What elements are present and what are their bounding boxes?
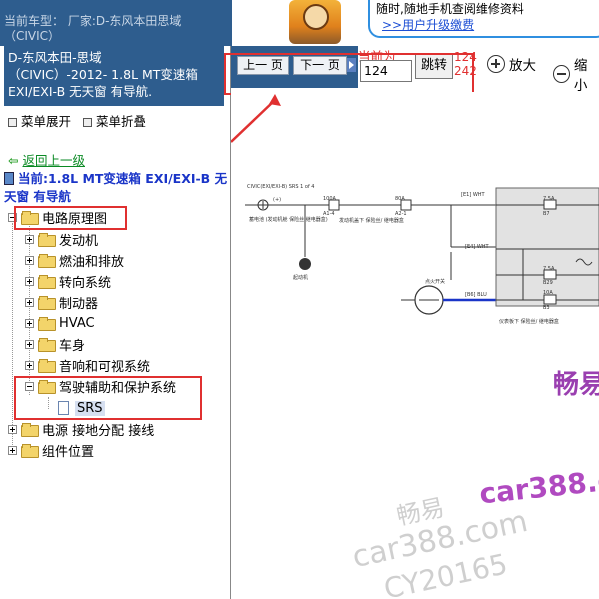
fuse-label: B7 (543, 211, 550, 217)
tree-node[interactable]: 音响和可视系统 (25, 355, 150, 375)
vehicle-info-panel: D-东风本田-思域 （CIVIC）-2012- 1.8L MT变速箱 EXI/E… (4, 46, 224, 106)
highlight-box (224, 53, 474, 95)
menu-collapse-button[interactable]: 菜单折叠 (83, 114, 146, 129)
highlight-box (14, 206, 127, 230)
component-label: 点火开关 (425, 279, 446, 285)
folder-icon (38, 296, 56, 310)
upgrade-link[interactable]: >>用户升级缴费 (376, 17, 599, 33)
wire-label: [B6] BLU (465, 292, 487, 298)
diagram-title: CIVIC(EXI/EXI-B) SRS 1 of 4 (247, 184, 315, 190)
tree-node[interactable]: HVAC (25, 313, 95, 333)
expand-icon (25, 360, 34, 370)
folder-icon (38, 359, 56, 373)
fuse-label: 80A (395, 196, 405, 202)
ad-line1: 随时,随地手机查阅维修资料 (376, 2, 524, 16)
wiring-diagram: CIVIC(EXI/EXI-B) SRS 1 of 4 (+) 100A A1-… (231, 92, 599, 599)
tree-node[interactable]: 组件位置 (8, 440, 94, 460)
fuse-label: 7.5A (543, 196, 555, 202)
expand-icon (25, 318, 34, 328)
folder-icon (38, 254, 56, 268)
folder-icon (21, 423, 39, 437)
tree-node[interactable]: 转向系统 (25, 271, 111, 291)
expand-icon (8, 445, 17, 455)
zoom-out-icon (553, 65, 570, 83)
tree-node[interactable]: 车身 (25, 334, 85, 354)
menu-controls: 菜单展开 菜单折叠 (8, 111, 154, 130)
square-icon (8, 118, 17, 127)
expand-icon (25, 276, 34, 286)
back-link[interactable]: ⇦ 返回上一级 (8, 150, 85, 169)
zoom-out-button[interactable]: 缩小 (553, 54, 599, 94)
fuse-label: 7.5A (543, 266, 555, 272)
tree-node[interactable]: 电源 接地分配 接线 (8, 419, 154, 439)
folder-icon (38, 338, 56, 352)
wire-label: [E1] WHT (461, 192, 485, 198)
book-icon (4, 172, 14, 185)
fuse-label: 100A (323, 196, 336, 202)
tree-node[interactable]: 燃油和排放 (25, 250, 124, 270)
vehicle-header: 当前车型： 厂家:D-东风本田思域（CIVIC） 2012 (0, 0, 232, 46)
expand-icon (8, 424, 17, 434)
info-line: D-东风本田-思域 (8, 50, 102, 65)
fuse-label: B3 (543, 305, 550, 311)
menu-expand-button[interactable]: 菜单展开 (8, 114, 71, 129)
expand-icon (25, 255, 34, 265)
fuse-label: 10A (543, 290, 553, 296)
back-arrow-icon: ⇦ (8, 153, 19, 168)
expand-icon (25, 339, 34, 349)
square-icon (83, 118, 92, 127)
folder-icon (21, 444, 39, 458)
component-label: 起动机 (293, 275, 309, 281)
folder-icon (38, 233, 56, 247)
tree-node[interactable]: 制动器 (25, 292, 98, 312)
current-location: 当前:1.8L MT变速箱 EXI/EXI-B 无天窗 有导航 (4, 171, 228, 204)
zoom-in-button[interactable]: 放大 (487, 54, 536, 74)
component-label: 发动机盖下 保险丝/ 继电器盒 (339, 218, 404, 224)
ad-box: 随时,随地手机查阅维修资料 >>用户升级缴费 (368, 0, 599, 38)
mascot-icon (289, 0, 341, 44)
folder-icon (38, 275, 56, 289)
wire-label: (+) (273, 197, 282, 203)
vehicle-label: 当前车型： 厂家:D-东风本田思域（CIVIC） (4, 14, 182, 43)
folder-icon (38, 317, 56, 331)
component-label: 蓄电池 (发动机舱 保险丝 继电器盒) (249, 217, 328, 223)
highlight-box (14, 376, 202, 420)
fuse-label: B29 (543, 280, 553, 286)
tree-node[interactable]: 发动机 (25, 229, 98, 249)
expand-icon (25, 297, 34, 307)
expand-icon (25, 234, 34, 244)
info-line: （CIVIC）-2012- 1.8L MT变速箱 (8, 67, 198, 82)
watermark: 畅易 (553, 370, 599, 400)
component-label: 仪表板下 保险丝/ 继电器盒 (499, 319, 559, 325)
info-line: EXI/EXI-B 无天窗 有导航. (8, 84, 153, 99)
zoom-in-icon (487, 55, 505, 73)
wire-label: [E4] WHT (465, 244, 489, 250)
ad-banner: 随时,随地手机查阅维修资料 >>用户升级缴费 (232, 0, 599, 44)
